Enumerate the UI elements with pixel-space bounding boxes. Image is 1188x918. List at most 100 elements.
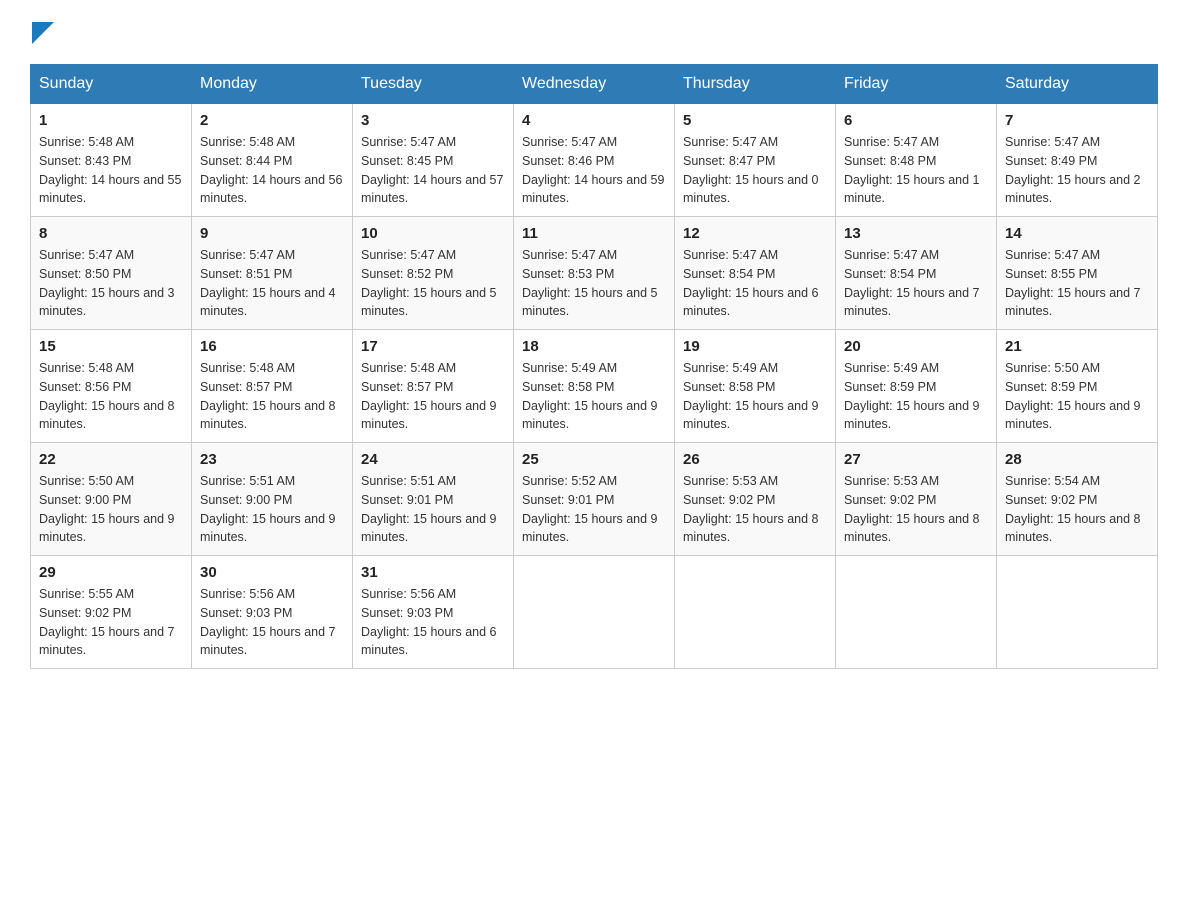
day-number: 20 [844,338,988,355]
calendar-cell: 7 Sunrise: 5:47 AM Sunset: 8:49 PM Dayli… [997,104,1158,217]
day-info: Sunrise: 5:47 AM Sunset: 8:53 PM Dayligh… [522,246,666,321]
day-number: 28 [1005,451,1149,468]
calendar-week-2: 8 Sunrise: 5:47 AM Sunset: 8:50 PM Dayli… [31,217,1158,330]
calendar-cell: 9 Sunrise: 5:47 AM Sunset: 8:51 PM Dayli… [192,217,353,330]
calendar-cell: 15 Sunrise: 5:48 AM Sunset: 8:56 PM Dayl… [31,330,192,443]
page-header [30,20,1158,44]
calendar-cell: 18 Sunrise: 5:49 AM Sunset: 8:58 PM Dayl… [514,330,675,443]
weekday-header-monday: Monday [192,65,353,104]
day-info: Sunrise: 5:47 AM Sunset: 8:52 PM Dayligh… [361,246,505,321]
weekday-header-thursday: Thursday [675,65,836,104]
day-number: 14 [1005,225,1149,242]
calendar-table: SundayMondayTuesdayWednesdayThursdayFrid… [30,64,1158,669]
calendar-cell: 6 Sunrise: 5:47 AM Sunset: 8:48 PM Dayli… [836,104,997,217]
calendar-cell: 29 Sunrise: 5:55 AM Sunset: 9:02 PM Dayl… [31,556,192,669]
calendar-cell: 30 Sunrise: 5:56 AM Sunset: 9:03 PM Dayl… [192,556,353,669]
calendar-week-5: 29 Sunrise: 5:55 AM Sunset: 9:02 PM Dayl… [31,556,1158,669]
day-number: 22 [39,451,183,468]
calendar-cell: 17 Sunrise: 5:48 AM Sunset: 8:57 PM Dayl… [353,330,514,443]
day-number: 26 [683,451,827,468]
day-info: Sunrise: 5:47 AM Sunset: 8:46 PM Dayligh… [522,133,666,208]
calendar-cell: 16 Sunrise: 5:48 AM Sunset: 8:57 PM Dayl… [192,330,353,443]
day-number: 11 [522,225,666,242]
day-info: Sunrise: 5:54 AM Sunset: 9:02 PM Dayligh… [1005,472,1149,547]
calendar-header: SundayMondayTuesdayWednesdayThursdayFrid… [31,65,1158,104]
day-info: Sunrise: 5:47 AM Sunset: 8:55 PM Dayligh… [1005,246,1149,321]
calendar-cell: 14 Sunrise: 5:47 AM Sunset: 8:55 PM Dayl… [997,217,1158,330]
calendar-cell: 21 Sunrise: 5:50 AM Sunset: 8:59 PM Dayl… [997,330,1158,443]
day-number: 27 [844,451,988,468]
day-info: Sunrise: 5:47 AM Sunset: 8:51 PM Dayligh… [200,246,344,321]
calendar-cell: 25 Sunrise: 5:52 AM Sunset: 9:01 PM Dayl… [514,443,675,556]
weekday-header-saturday: Saturday [997,65,1158,104]
calendar-cell [675,556,836,669]
day-info: Sunrise: 5:48 AM Sunset: 8:44 PM Dayligh… [200,133,344,208]
day-number: 7 [1005,112,1149,129]
day-number: 17 [361,338,505,355]
calendar-cell: 20 Sunrise: 5:49 AM Sunset: 8:59 PM Dayl… [836,330,997,443]
calendar-cell: 26 Sunrise: 5:53 AM Sunset: 9:02 PM Dayl… [675,443,836,556]
day-info: Sunrise: 5:50 AM Sunset: 9:00 PM Dayligh… [39,472,183,547]
calendar-body: 1 Sunrise: 5:48 AM Sunset: 8:43 PM Dayli… [31,104,1158,669]
calendar-cell: 24 Sunrise: 5:51 AM Sunset: 9:01 PM Dayl… [353,443,514,556]
calendar-cell: 22 Sunrise: 5:50 AM Sunset: 9:00 PM Dayl… [31,443,192,556]
weekday-header-friday: Friday [836,65,997,104]
calendar-cell: 19 Sunrise: 5:49 AM Sunset: 8:58 PM Dayl… [675,330,836,443]
calendar-cell: 11 Sunrise: 5:47 AM Sunset: 8:53 PM Dayl… [514,217,675,330]
calendar-week-4: 22 Sunrise: 5:50 AM Sunset: 9:00 PM Dayl… [31,443,1158,556]
day-number: 5 [683,112,827,129]
day-info: Sunrise: 5:48 AM Sunset: 8:57 PM Dayligh… [200,359,344,434]
day-number: 31 [361,564,505,581]
day-number: 1 [39,112,183,129]
calendar-cell: 3 Sunrise: 5:47 AM Sunset: 8:45 PM Dayli… [353,104,514,217]
calendar-cell: 1 Sunrise: 5:48 AM Sunset: 8:43 PM Dayli… [31,104,192,217]
day-number: 4 [522,112,666,129]
weekday-header-tuesday: Tuesday [353,65,514,104]
calendar-cell: 10 Sunrise: 5:47 AM Sunset: 8:52 PM Dayl… [353,217,514,330]
day-info: Sunrise: 5:50 AM Sunset: 8:59 PM Dayligh… [1005,359,1149,434]
calendar-cell: 28 Sunrise: 5:54 AM Sunset: 9:02 PM Dayl… [997,443,1158,556]
day-info: Sunrise: 5:56 AM Sunset: 9:03 PM Dayligh… [200,585,344,660]
day-number: 9 [200,225,344,242]
weekday-header-row: SundayMondayTuesdayWednesdayThursdayFrid… [31,65,1158,104]
calendar-week-3: 15 Sunrise: 5:48 AM Sunset: 8:56 PM Dayl… [31,330,1158,443]
logo-triangle-icon [32,22,54,44]
day-number: 15 [39,338,183,355]
day-number: 19 [683,338,827,355]
day-number: 29 [39,564,183,581]
day-number: 6 [844,112,988,129]
calendar-cell: 31 Sunrise: 5:56 AM Sunset: 9:03 PM Dayl… [353,556,514,669]
day-number: 18 [522,338,666,355]
day-info: Sunrise: 5:51 AM Sunset: 9:01 PM Dayligh… [361,472,505,547]
day-number: 13 [844,225,988,242]
day-info: Sunrise: 5:52 AM Sunset: 9:01 PM Dayligh… [522,472,666,547]
weekday-header-wednesday: Wednesday [514,65,675,104]
calendar-week-1: 1 Sunrise: 5:48 AM Sunset: 8:43 PM Dayli… [31,104,1158,217]
day-info: Sunrise: 5:48 AM Sunset: 8:57 PM Dayligh… [361,359,505,434]
calendar-cell: 2 Sunrise: 5:48 AM Sunset: 8:44 PM Dayli… [192,104,353,217]
day-info: Sunrise: 5:56 AM Sunset: 9:03 PM Dayligh… [361,585,505,660]
calendar-cell [997,556,1158,669]
day-number: 25 [522,451,666,468]
day-info: Sunrise: 5:47 AM Sunset: 8:50 PM Dayligh… [39,246,183,321]
day-number: 24 [361,451,505,468]
day-info: Sunrise: 5:51 AM Sunset: 9:00 PM Dayligh… [200,472,344,547]
calendar-cell: 5 Sunrise: 5:47 AM Sunset: 8:47 PM Dayli… [675,104,836,217]
day-number: 2 [200,112,344,129]
day-info: Sunrise: 5:55 AM Sunset: 9:02 PM Dayligh… [39,585,183,660]
calendar-cell: 4 Sunrise: 5:47 AM Sunset: 8:46 PM Dayli… [514,104,675,217]
logo [30,20,54,44]
day-number: 16 [200,338,344,355]
calendar-cell: 8 Sunrise: 5:47 AM Sunset: 8:50 PM Dayli… [31,217,192,330]
day-info: Sunrise: 5:48 AM Sunset: 8:43 PM Dayligh… [39,133,183,208]
day-info: Sunrise: 5:47 AM Sunset: 8:47 PM Dayligh… [683,133,827,208]
day-info: Sunrise: 5:47 AM Sunset: 8:48 PM Dayligh… [844,133,988,208]
day-number: 12 [683,225,827,242]
weekday-header-sunday: Sunday [31,65,192,104]
day-info: Sunrise: 5:47 AM Sunset: 8:49 PM Dayligh… [1005,133,1149,208]
day-info: Sunrise: 5:47 AM Sunset: 8:54 PM Dayligh… [683,246,827,321]
calendar-cell [836,556,997,669]
day-info: Sunrise: 5:47 AM Sunset: 8:45 PM Dayligh… [361,133,505,208]
day-info: Sunrise: 5:53 AM Sunset: 9:02 PM Dayligh… [683,472,827,547]
calendar-cell: 23 Sunrise: 5:51 AM Sunset: 9:00 PM Dayl… [192,443,353,556]
